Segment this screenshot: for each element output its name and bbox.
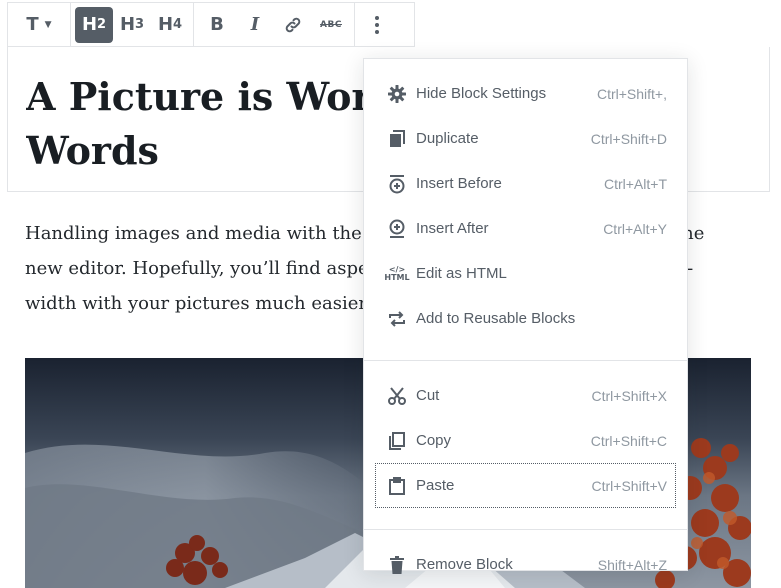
menu-item-insert-before[interactable]: Insert Before Ctrl+Alt+T — [364, 161, 687, 206]
menu-item-remove-block[interactable]: Remove Block Shift+Alt+Z — [364, 542, 687, 587]
insert-after-icon — [386, 218, 408, 240]
menu-item-label: Insert Before — [416, 175, 502, 192]
caret-down-icon: ▼ — [44, 19, 52, 30]
strikethrough-button[interactable]: ABC — [312, 7, 350, 43]
more-options-button[interactable] — [359, 7, 395, 43]
menu-section-block: Hide Block Settings Ctrl+Shift+, Duplica… — [364, 71, 687, 361]
menu-item-duplicate[interactable]: Duplicate Ctrl+Shift+D — [364, 116, 687, 161]
menu-item-copy[interactable]: Copy Ctrl+Shift+C — [364, 418, 687, 463]
menu-item-insert-after[interactable]: Insert After Ctrl+Alt+Y — [364, 206, 687, 251]
trash-icon — [386, 554, 408, 576]
link-button[interactable] — [274, 7, 312, 43]
heading-level-letter: H — [81, 14, 98, 35]
heading-level-2-button[interactable]: H2 — [75, 6, 113, 43]
heading-level-number: 4 — [173, 17, 183, 32]
menu-item-cut[interactable]: Cut Ctrl+Shift+X — [364, 373, 687, 418]
menu-item-shortcut: Ctrl+Shift+X — [591, 387, 667, 404]
bold-label: B — [210, 14, 224, 35]
heading-level-number: 2 — [97, 17, 107, 32]
copy-icon — [386, 430, 408, 452]
heading-level-3-button[interactable]: H3 — [113, 7, 151, 43]
vertical-ellipsis-icon — [375, 15, 379, 34]
menu-item-label: Hide Block Settings — [416, 85, 547, 102]
format-group: B I ABC — [194, 3, 355, 46]
menu-item-label: Remove Block — [416, 556, 513, 573]
heading-level-group: H2 H3 H4 — [71, 3, 194, 46]
menu-item-label: Cut — [416, 387, 440, 404]
reusable-icon — [386, 308, 408, 330]
menu-item-shortcut: Ctrl+Shift+C — [590, 432, 667, 449]
menu-section-remove: Remove Block Shift+Alt+Z — [364, 542, 687, 587]
menu-section-clipboard: Cut Ctrl+Shift+X Copy Ctrl+Shift+C Paste… — [364, 373, 687, 530]
gear-icon — [386, 83, 408, 105]
heading-level-4-button[interactable]: H4 — [151, 7, 189, 43]
block-type-group: T ▼ — [8, 3, 71, 46]
block-toolbar: T ▼ H2 H3 H4 B I ABC — [7, 2, 415, 47]
duplicate-icon — [386, 128, 408, 150]
menu-item-shortcut: Shift+Alt+Z — [597, 556, 667, 573]
menu-item-paste[interactable]: Paste Ctrl+Shift+V — [375, 463, 676, 508]
menu-item-shortcut: Ctrl+Shift+, — [596, 85, 667, 102]
more-options-group — [355, 3, 399, 46]
clipboard-icon — [386, 475, 408, 497]
link-icon — [285, 17, 301, 32]
menu-item-label: Paste — [416, 477, 455, 494]
strikethrough-label: ABC — [320, 19, 342, 30]
menu-item-hide-block-settings[interactable]: Hide Block Settings Ctrl+Shift+, — [364, 71, 687, 116]
heading-level-letter: H — [157, 14, 174, 35]
menu-item-label: Edit as HTML — [416, 265, 507, 282]
insert-before-icon — [386, 173, 408, 195]
menu-item-label: Add to Reusable Blocks — [416, 310, 576, 327]
block-type-label: T — [26, 14, 39, 35]
menu-item-shortcut: Ctrl+Alt+T — [603, 175, 667, 192]
menu-item-label: Duplicate — [416, 130, 479, 147]
menu-item-shortcut: Ctrl+Alt+Y — [603, 220, 667, 237]
block-settings-menu: Hide Block Settings Ctrl+Shift+, Duplica… — [363, 58, 688, 574]
italic-label: I — [250, 14, 260, 35]
bold-button[interactable]: B — [198, 7, 236, 43]
italic-button[interactable]: I — [236, 7, 274, 43]
heading-level-letter: H — [119, 14, 136, 35]
scissors-icon — [386, 385, 408, 407]
menu-item-label: Insert After — [416, 220, 489, 237]
block-type-switcher[interactable]: T ▼ — [12, 7, 66, 43]
menu-item-add-to-reusable-blocks[interactable]: Add to Reusable Blocks — [364, 296, 687, 341]
menu-item-label: Copy — [416, 432, 452, 449]
menu-item-edit-as-html[interactable]: </> HTML Edit as HTML — [364, 251, 687, 296]
heading-level-number: 3 — [135, 17, 145, 32]
menu-item-shortcut: Ctrl+Shift+V — [591, 477, 667, 494]
html-icon: </> HTML — [384, 264, 410, 282]
menu-item-shortcut: Ctrl+Shift+D — [590, 130, 667, 147]
